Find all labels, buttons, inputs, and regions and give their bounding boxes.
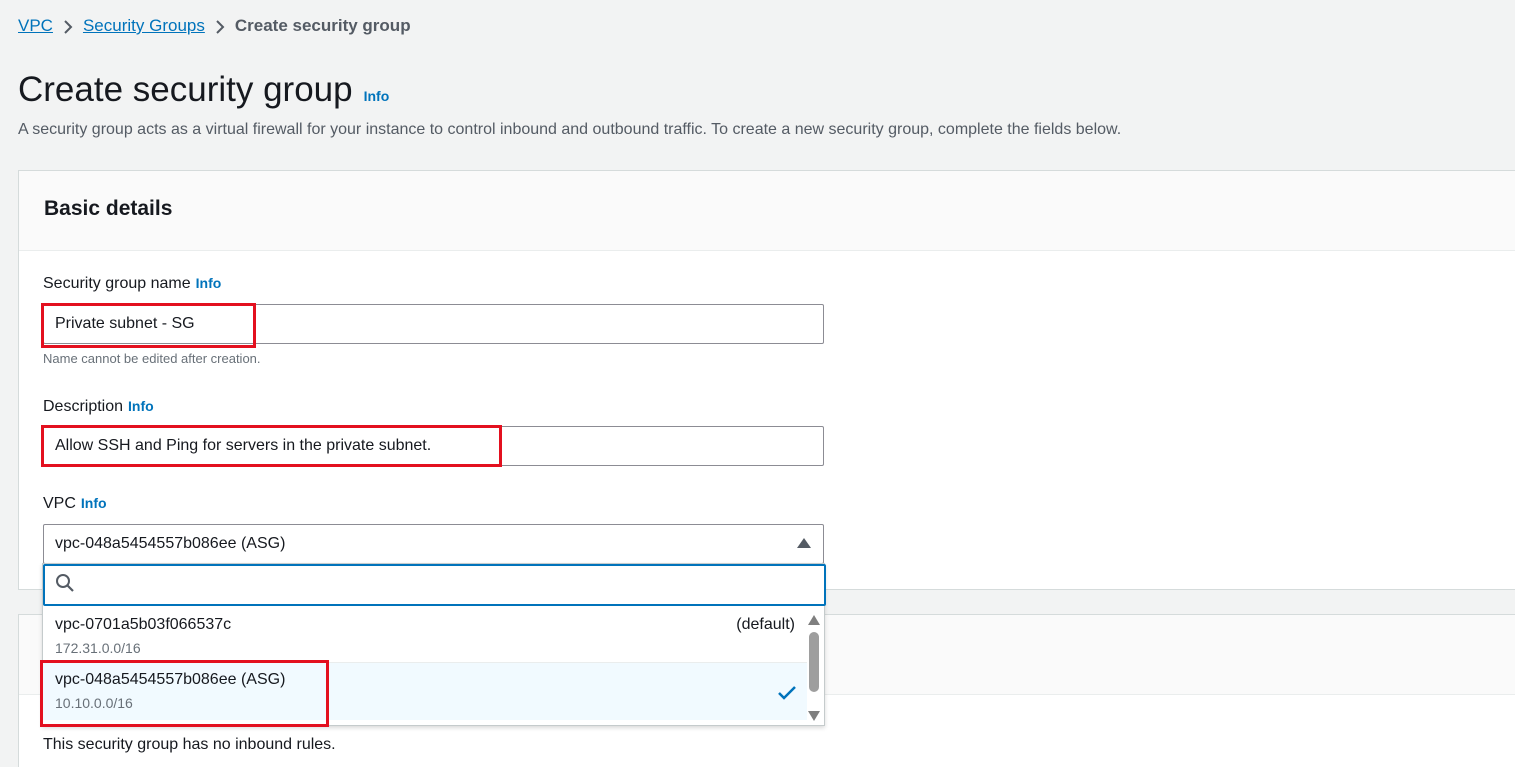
vpc-option-cidr: 10.10.0.0/16 — [55, 695, 133, 711]
vpc-option-selected[interactable]: vpc-048a5454557b086ee (ASG) 10.10.0.0/16 — [43, 662, 807, 720]
breadcrumb-security-groups-link[interactable]: Security Groups — [83, 16, 205, 36]
breadcrumb-current: Create security group — [234, 16, 411, 35]
sg-name-hint: Name cannot be edited after creation. — [43, 351, 261, 366]
page-header: Create security group Info — [18, 70, 389, 110]
scroll-down-arrow-icon[interactable] — [808, 708, 820, 726]
vpc-select[interactable]: vpc-048a5454557b086ee (ASG) — [43, 524, 824, 564]
search-icon — [55, 573, 75, 598]
basic-details-header: Basic details — [19, 171, 1515, 251]
description-label: Description Info — [43, 398, 154, 416]
chevron-right-icon — [53, 16, 83, 36]
vpc-option-cidr: 172.31.0.0/16 — [55, 640, 141, 656]
vpc-option[interactable]: vpc-0701a5b03f066537c (default) 172.31.0… — [43, 608, 807, 666]
chevron-right-icon — [205, 16, 235, 36]
sg-name-label: Security group name Info — [43, 275, 221, 293]
description-label-text: Description — [43, 398, 124, 415]
vpc-option-tag: (default) — [736, 616, 795, 633]
sg-name-input[interactable]: Private subnet - SG — [43, 304, 824, 344]
vpc-option-id: vpc-048a5454557b086ee (ASG) — [55, 671, 286, 688]
vpc-label: VPC Info — [43, 495, 107, 513]
page-title: Create security group — [18, 70, 353, 109]
inbound-empty-text: This security group has no inbound rules… — [43, 736, 336, 753]
scrollbar-thumb[interactable] — [809, 632, 819, 692]
checkmark-icon — [777, 685, 797, 706]
page-info-link[interactable]: Info — [364, 88, 390, 104]
dropdown-scrollbar[interactable] — [806, 608, 822, 724]
description-info-link[interactable]: Info — [128, 398, 154, 414]
sg-name-label-text: Security group name — [43, 275, 191, 292]
breadcrumb-vpc-link[interactable]: VPC — [18, 16, 53, 36]
breadcrumb: VPC Security Groups Create security grou… — [18, 16, 411, 36]
vpc-dropdown: vpc-0701a5b03f066537c (default) 172.31.0… — [42, 563, 826, 726]
description-input[interactable]: Allow SSH and Ping for servers in the pr… — [43, 426, 824, 466]
basic-details-heading: Basic details — [44, 197, 173, 220]
vpc-option-id: vpc-0701a5b03f066537c — [55, 616, 232, 633]
sg-name-value: Private subnet - SG — [55, 315, 195, 332]
vpc-label-text: VPC — [43, 495, 76, 512]
sg-name-info-link[interactable]: Info — [196, 275, 222, 291]
vpc-search-input[interactable] — [43, 564, 826, 606]
caret-up-icon — [797, 535, 811, 553]
scroll-up-arrow-icon[interactable] — [808, 612, 820, 630]
description-value: Allow SSH and Ping for servers in the pr… — [55, 437, 432, 454]
vpc-selected-value: vpc-048a5454557b086ee (ASG) — [55, 535, 286, 552]
vpc-info-link[interactable]: Info — [81, 495, 107, 511]
page-description: A security group acts as a virtual firew… — [18, 121, 1122, 138]
